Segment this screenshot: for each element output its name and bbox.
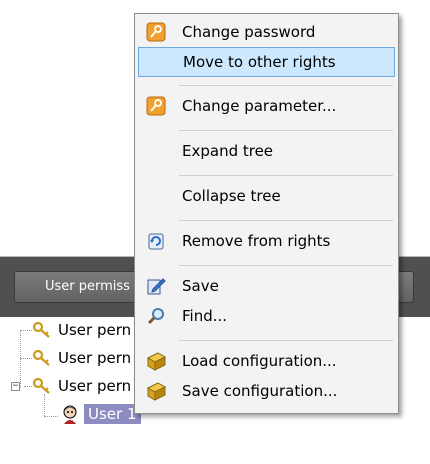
menu-item-label: Remove from rights bbox=[182, 232, 331, 250]
context-menu: Change password Move to other rights Cha… bbox=[134, 13, 399, 414]
menu-item-find[interactable]: Find... bbox=[138, 301, 395, 331]
key-icon bbox=[145, 21, 167, 43]
magnifier-icon bbox=[145, 305, 167, 327]
tree-connector bbox=[24, 386, 32, 387]
tree-node-user-permission-3[interactable]: User pern bbox=[32, 376, 131, 396]
menu-item-move-to-other-rights[interactable]: Move to other rights bbox=[138, 47, 395, 77]
menu-item-expand-tree[interactable]: Expand tree bbox=[138, 136, 395, 166]
tree-node-user-permission-2[interactable]: User pern bbox=[32, 348, 131, 368]
menu-separator bbox=[179, 85, 393, 86]
selected-user-label: User 1 bbox=[84, 404, 141, 424]
key-icon bbox=[32, 377, 52, 395]
tree-node-user-permission-1[interactable]: User pern bbox=[32, 320, 131, 340]
tree-collapse-toggle[interactable]: − bbox=[11, 382, 20, 391]
remove-icon bbox=[145, 230, 167, 252]
menu-item-remove-from-rights[interactable]: Remove from rights bbox=[138, 226, 395, 256]
key-icon bbox=[32, 349, 52, 367]
tree-node-label: User pern bbox=[58, 377, 132, 395]
menu-item-save[interactable]: Save bbox=[138, 271, 395, 301]
menu-item-change-parameter[interactable]: Change parameter... bbox=[138, 91, 395, 121]
menu-item-save-configuration[interactable]: Save configuration... bbox=[138, 376, 395, 406]
menu-separator bbox=[179, 340, 393, 341]
tree-node-user-1[interactable]: User 1 bbox=[60, 404, 141, 424]
menu-item-label: Save configuration... bbox=[182, 382, 338, 400]
menu-separator bbox=[179, 175, 393, 176]
box-icon bbox=[145, 380, 167, 402]
user-avatar-icon bbox=[60, 404, 80, 424]
menu-item-collapse-tree[interactable]: Collapse tree bbox=[138, 181, 395, 211]
tree-connector bbox=[44, 394, 45, 416]
menu-separator bbox=[179, 220, 393, 221]
tree-connector bbox=[20, 358, 32, 359]
key-icon bbox=[145, 95, 167, 117]
menu-item-load-configuration[interactable]: Load configuration... bbox=[138, 346, 395, 376]
menu-item-label: Change parameter... bbox=[182, 97, 337, 115]
menu-separator bbox=[179, 130, 393, 131]
save-icon bbox=[145, 275, 167, 297]
menu-item-change-password[interactable]: Change password bbox=[138, 17, 395, 47]
menu-item-label: Find... bbox=[182, 307, 228, 325]
box-icon bbox=[145, 350, 167, 372]
menu-item-label: Collapse tree bbox=[182, 187, 281, 205]
tree-connector bbox=[44, 416, 58, 417]
menu-item-label: Save bbox=[182, 277, 219, 295]
menu-item-label: Change password bbox=[182, 23, 316, 41]
menu-item-label: Move to other rights bbox=[183, 53, 336, 71]
tree-connector bbox=[20, 330, 21, 388]
key-icon bbox=[32, 321, 52, 339]
tree-connector bbox=[20, 330, 32, 331]
menu-item-label: Load configuration... bbox=[182, 352, 337, 370]
menu-item-label: Expand tree bbox=[182, 142, 274, 160]
tree-node-label: User pern bbox=[58, 349, 132, 367]
menu-separator bbox=[179, 265, 393, 266]
tree-node-label: User pern bbox=[58, 321, 132, 339]
